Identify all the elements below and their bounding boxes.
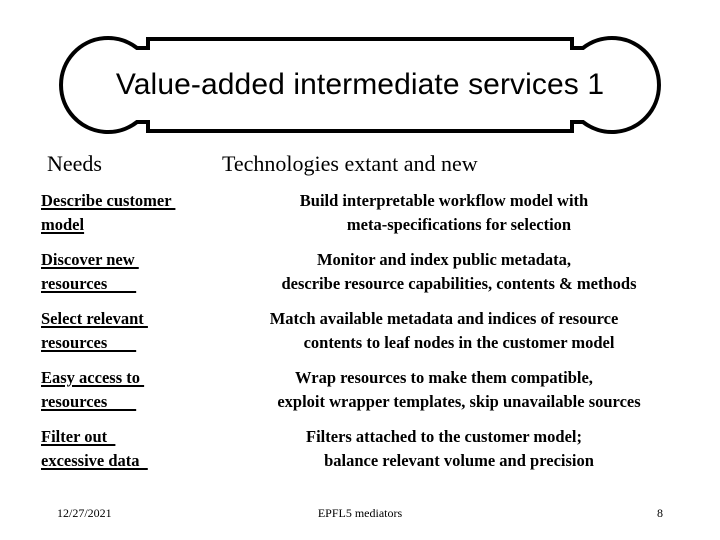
table-row: Discover new resources Monitor and index… [0, 248, 720, 307]
technology-cell: Monitor and index public metadata, descr… [196, 248, 692, 296]
need-line-1: Describe customer [41, 191, 176, 210]
technology-line-2: contents to leaf nodes in the customer m… [303, 333, 615, 352]
need-cell: Select relevant resources [41, 307, 216, 355]
need-line-1: Discover new [41, 250, 139, 269]
need-line-1: Select relevant [41, 309, 148, 328]
technology-line-1: Filters attached to the customer model; [306, 427, 582, 446]
need-cell: Filter out excessive data [41, 425, 216, 473]
slide-footer: 12/27/2021 EPFL5 mediators 8 [0, 506, 720, 528]
technology-line-1: Build interpretable workflow model with [299, 191, 589, 210]
technology-cell: Build interpretable workflow model with … [196, 189, 692, 237]
technology-line-2: exploit wrapper templates, skip unavaila… [277, 392, 641, 411]
need-line-2: resources [41, 392, 137, 411]
title-banner: Value-added intermediate services 1 [0, 25, 720, 145]
technology-line-2: describe resource capabilities, contents… [281, 274, 637, 293]
page-title: Value-added intermediate services 1 [115, 68, 605, 101]
need-line-1: Easy access to [41, 368, 145, 387]
need-line-2: excessive data [41, 451, 148, 470]
content-table: Describe customer model Build interpreta… [0, 189, 720, 484]
table-row: Filter out excessive data Filters attach… [0, 425, 720, 484]
technology-line-1: Monitor and index public metadata, [316, 250, 572, 269]
technology-line-2: balance relevant volume and precision [324, 451, 594, 470]
table-row: Easy access to resources Wrap resources … [0, 366, 720, 425]
technology-cell: Match available metadata and indices of … [196, 307, 692, 355]
footer-page-number: 8 [657, 506, 663, 520]
table-row: Describe customer model Build interpreta… [0, 189, 720, 248]
technology-line-1: Match available metadata and indices of … [269, 309, 619, 328]
need-line-2: resources [41, 274, 137, 293]
column-header-technologies: Technologies extant and new [222, 151, 478, 176]
need-cell: Discover new resources [41, 248, 216, 296]
need-cell: Easy access to resources [41, 366, 216, 414]
footer-title: EPFL5 mediators [317, 506, 403, 520]
technology-cell: Filters attached to the customer model; … [196, 425, 692, 473]
technology-cell: Wrap resources to make them compatible, … [196, 366, 692, 414]
need-line-1: Filter out [41, 427, 116, 446]
column-header-needs: Needs [47, 151, 102, 176]
need-cell: Describe customer model [41, 189, 216, 237]
table-row: Select relevant resources Match availabl… [0, 307, 720, 366]
need-line-2: resources [41, 333, 137, 352]
technology-line-2: meta-specifications for selection [346, 215, 572, 234]
technology-line-1: Wrap resources to make them compatible, [295, 368, 593, 387]
column-headers: Needs Technologies extant and new [0, 151, 720, 181]
need-line-2: model [41, 215, 85, 234]
